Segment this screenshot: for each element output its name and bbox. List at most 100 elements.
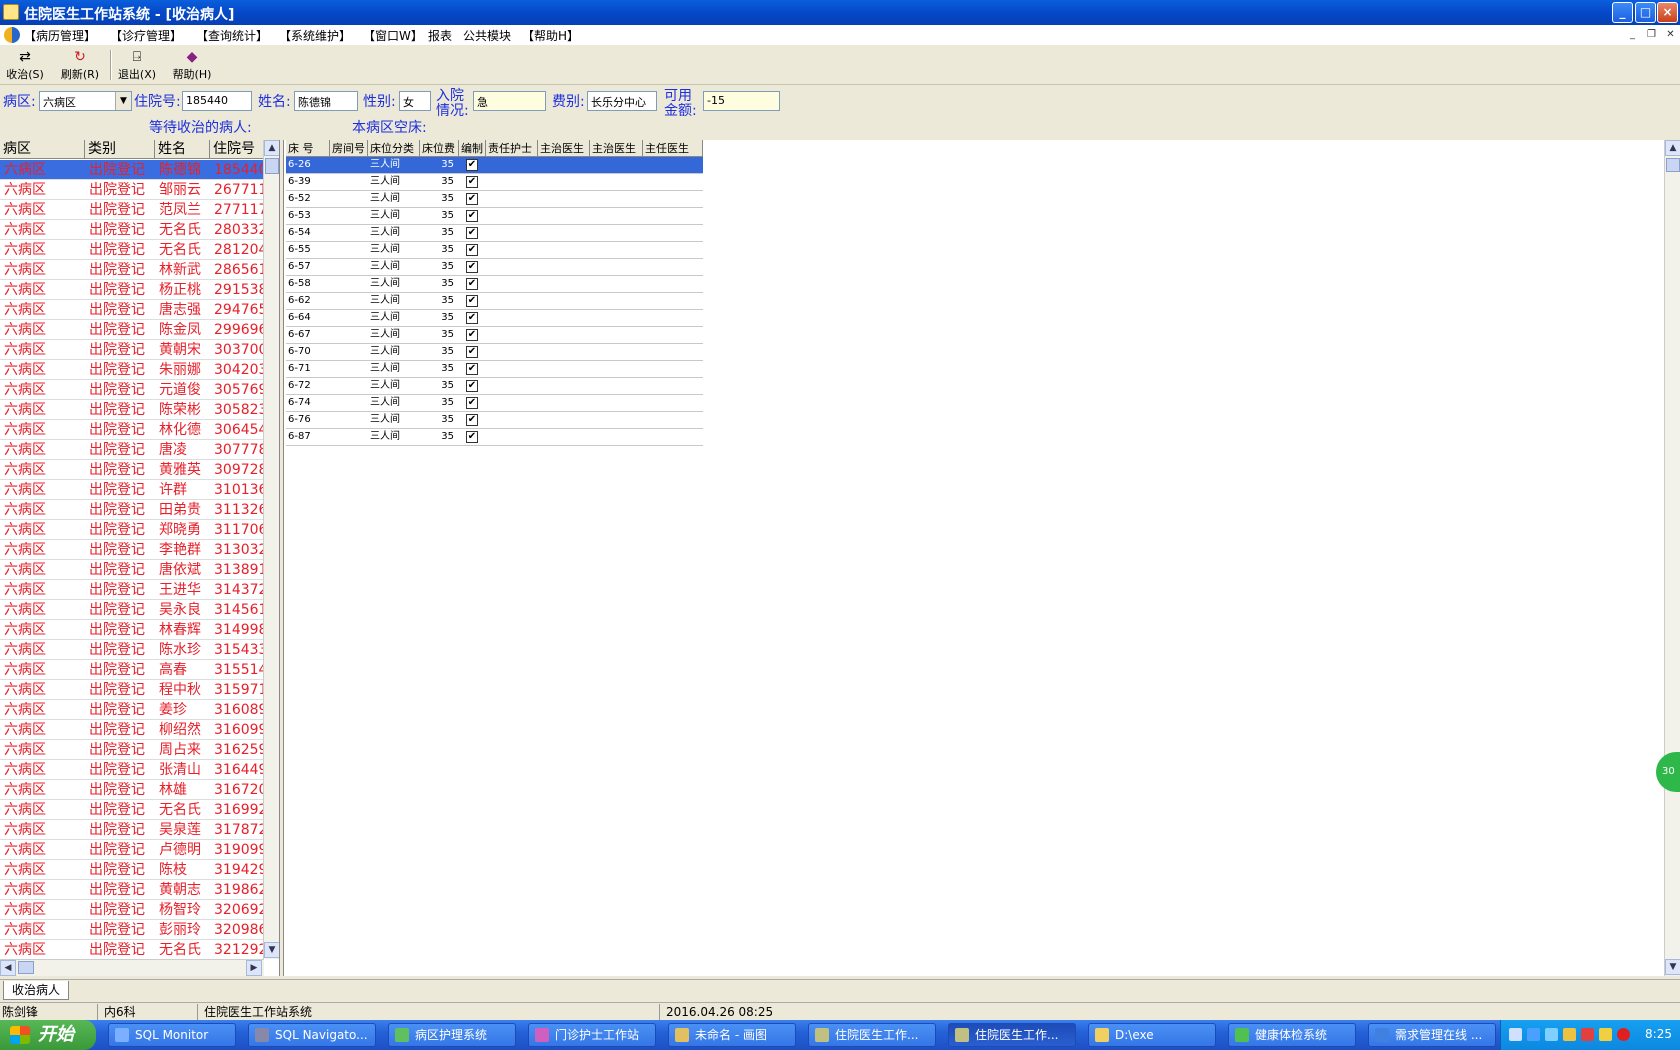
name-field[interactable]: 陈德锦 — [294, 91, 358, 111]
floating-badge[interactable]: 30 — [1656, 752, 1680, 792]
task-doctor-station-2[interactable]: 住院医生工作... — [948, 1023, 1076, 1047]
establishment-checkbox[interactable]: ✔ — [466, 346, 478, 358]
fee-type-field[interactable]: 长乐分中心 — [587, 91, 657, 111]
table-row[interactable]: 六病区 出院登记 陈金凤 299696 — [0, 320, 264, 340]
minimize-button[interactable]: _ — [1612, 2, 1633, 23]
establishment-checkbox[interactable]: ✔ — [466, 380, 478, 392]
table-row[interactable]: 六病区 出院登记 唐依斌 313891 — [0, 560, 264, 580]
chevron-down-icon[interactable]: ▼ — [115, 92, 131, 110]
admission-no-field[interactable]: 185440 — [182, 91, 252, 111]
table-row[interactable]: 6-39 三人间 35 ✔ — [286, 174, 703, 191]
table-row[interactable]: 六病区 出院登记 田弟贵 311326 — [0, 500, 264, 520]
volume-icon[interactable] — [1545, 1028, 1558, 1041]
scroll-up-icon[interactable]: ▲ — [1665, 140, 1680, 156]
establishment-checkbox[interactable]: ✔ — [466, 295, 478, 307]
task-health-checkup[interactable]: 健康体检系统 — [1228, 1023, 1356, 1047]
table-row[interactable]: 六病区 出院登记 无名氏 281204 — [0, 240, 264, 260]
table-row[interactable]: 六病区 出院登记 陈水珍 315433 — [0, 640, 264, 660]
table-row[interactable]: 六病区 出院登记 朱丽娜 304203 — [0, 360, 264, 380]
column-header-nurse[interactable]: 责任护士 — [486, 140, 538, 157]
table-row[interactable]: 六病区 出院登记 唐凌 307778 — [0, 440, 264, 460]
close-button[interactable]: × — [1657, 2, 1678, 23]
table-row[interactable]: 六病区 出院登记 柳绍然 316099 — [0, 720, 264, 740]
table-row[interactable]: 6-26 三人间 35 ✔ — [286, 157, 703, 174]
mdi-close-icon[interactable]: ✕ — [1664, 28, 1677, 41]
menu-window[interactable]: 【窗口W】 — [363, 27, 423, 44]
table-row[interactable]: 六病区 出院登记 黄朝志 319862 — [0, 880, 264, 900]
table-row[interactable]: 六病区 出院登记 高春 315514 — [0, 660, 264, 680]
scroll-thumb[interactable] — [265, 158, 279, 174]
table-row[interactable]: 六病区 出院登记 黄雅英 309728 — [0, 460, 264, 480]
start-button[interactable]: 开始 — [0, 1020, 96, 1050]
mdi-restore-icon[interactable]: ❐ — [1645, 28, 1658, 41]
establishment-checkbox[interactable]: ✔ — [466, 431, 478, 443]
mdi-minimize-icon[interactable]: _ — [1626, 28, 1639, 41]
table-row[interactable]: 六病区 出院登记 杨正桃 291538 — [0, 280, 264, 300]
establishment-checkbox[interactable]: ✔ — [466, 278, 478, 290]
menu-medical-records[interactable]: 【病历管理】 — [24, 27, 96, 44]
column-header-chief[interactable]: 主任医生 — [643, 140, 703, 157]
table-row[interactable]: 六病区 出院登记 许群 310136 — [0, 480, 264, 500]
table-row[interactable]: 六病区 出院登记 郑晓勇 311706 — [0, 520, 264, 540]
admit-button[interactable]: ⇄ 收治(S) — [0, 49, 50, 83]
sex-field[interactable]: 女 — [399, 91, 431, 111]
table-row[interactable]: 6-87 三人间 35 ✔ — [286, 429, 703, 446]
table-row[interactable]: 六病区 出院登记 无名氏 321292 — [0, 940, 264, 960]
table-row[interactable]: 六病区 出院登记 林化德 306454 — [0, 420, 264, 440]
table-row[interactable]: 六病区 出院登记 陈荣彬 305823 — [0, 400, 264, 420]
table-row[interactable]: 六病区 出院登记 元道俊 305769 — [0, 380, 264, 400]
maximize-button[interactable]: □ — [1635, 2, 1656, 23]
column-header-room-no[interactable]: 房间号 — [330, 140, 368, 157]
table-row[interactable]: 六病区 出院登记 无名氏 316992 — [0, 800, 264, 820]
keyboard-icon[interactable] — [1509, 1028, 1522, 1041]
table-row[interactable]: 6-53 三人间 35 ✔ — [286, 208, 703, 225]
menu-query-stats[interactable]: 【查询统计】 — [196, 27, 268, 44]
table-row[interactable]: 六病区 出院登记 陈德锦 185440 — [0, 160, 264, 180]
task-requirements-online[interactable]: 需求管理在线 ... — [1368, 1023, 1496, 1047]
network-icon[interactable] — [1527, 1028, 1540, 1041]
task-paint[interactable]: 未命名 - 画图 — [668, 1023, 796, 1047]
menu-treatment[interactable]: 【诊疗管理】 — [110, 27, 182, 44]
refresh-button[interactable]: ↻ 刷新(R) — [55, 49, 105, 83]
table-row[interactable]: 6-70 三人间 35 ✔ — [286, 344, 703, 361]
table-row[interactable]: 6-76 三人间 35 ✔ — [286, 412, 703, 429]
task-doctor-station-1[interactable]: 住院医生工作... — [808, 1023, 936, 1047]
menu-public-module[interactable]: 公共模块 — [463, 27, 511, 44]
table-row[interactable]: 六病区 出院登记 姜珍 316089 — [0, 700, 264, 720]
establishment-checkbox[interactable]: ✔ — [466, 363, 478, 375]
establishment-checkbox[interactable]: ✔ — [466, 176, 478, 188]
table-row[interactable]: 6-67 三人间 35 ✔ — [286, 327, 703, 344]
column-header-bed-no[interactable]: 床 号 — [286, 140, 330, 157]
table-row[interactable]: 六病区 出院登记 张清山 316449 — [0, 760, 264, 780]
table-row[interactable]: 6-55 三人间 35 ✔ — [286, 242, 703, 259]
task-ward-nursing[interactable]: 病区护理系统 — [388, 1023, 516, 1047]
establishment-checkbox[interactable]: ✔ — [466, 261, 478, 273]
scroll-right-icon[interactable]: ▶ — [246, 960, 262, 976]
scroll-thumb[interactable] — [1666, 158, 1680, 172]
admission-status-field[interactable]: 急 — [473, 91, 546, 111]
patient-vertical-scrollbar[interactable]: ▲ ▼ — [263, 140, 279, 959]
establishment-checkbox[interactable]: ✔ — [466, 227, 478, 239]
shield-icon[interactable] — [1599, 1028, 1612, 1041]
task-explorer-exe[interactable]: D:\exe — [1088, 1023, 1216, 1047]
table-row[interactable]: 六病区 出院登记 李艳群 313032 — [0, 540, 264, 560]
scroll-down-icon[interactable]: ▼ — [264, 942, 279, 958]
table-row[interactable]: 6-62 三人间 35 ✔ — [286, 293, 703, 310]
patient-horizontal-scrollbar[interactable]: ◀ ▶ — [0, 959, 264, 976]
column-header-category[interactable]: 类别 — [85, 140, 155, 159]
menu-reports[interactable]: 报表 — [428, 27, 452, 44]
table-row[interactable]: 六病区 出院登记 唐志强 294765 — [0, 300, 264, 320]
table-row[interactable]: 6-72 三人间 35 ✔ — [286, 378, 703, 395]
antivirus-icon[interactable] — [1581, 1028, 1594, 1041]
tab-admit-patient[interactable]: 收治病人 — [3, 981, 70, 1000]
table-row[interactable]: 六病区 出院登记 卢德明 319099 — [0, 840, 264, 860]
establishment-checkbox[interactable]: ✔ — [466, 159, 478, 171]
table-row[interactable]: 6-74 三人间 35 ✔ — [286, 395, 703, 412]
table-row[interactable]: 六病区 出院登记 陈枝 319429 — [0, 860, 264, 880]
table-row[interactable]: 六病区 出院登记 黄朝宋 303700 — [0, 340, 264, 360]
table-row[interactable]: 六病区 出院登记 范凤兰 277117 — [0, 200, 264, 220]
scroll-down-icon[interactable]: ▼ — [1665, 959, 1680, 975]
establishment-checkbox[interactable]: ✔ — [466, 397, 478, 409]
column-header-ward[interactable]: 病区 — [0, 140, 85, 159]
exit-button[interactable]: ⍈ 退出(X) — [112, 49, 162, 83]
